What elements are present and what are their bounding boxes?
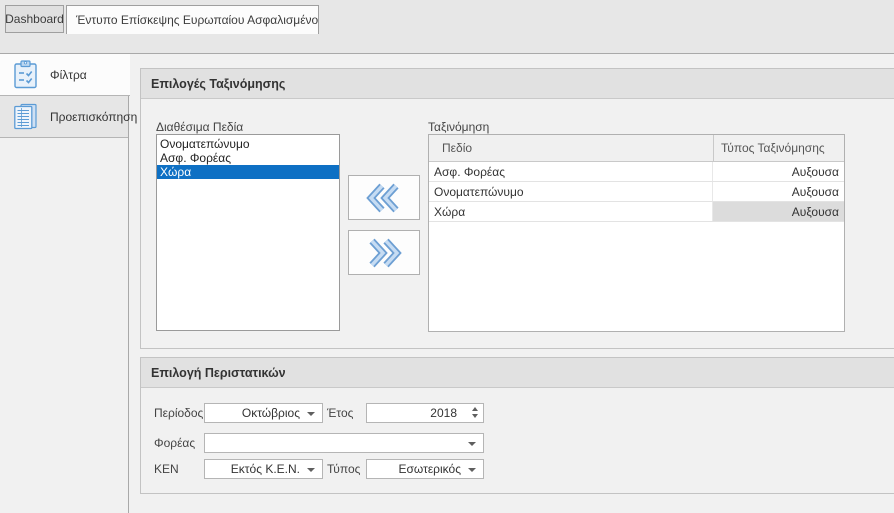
spinner-up-icon[interactable] xyxy=(472,407,478,411)
type-dropdown[interactable]: Εσωτερικός xyxy=(366,459,484,479)
chevron-down-icon xyxy=(468,442,476,446)
sidebar-item-label: Προεπισκόπηση xyxy=(50,110,137,124)
move-to-sort-button[interactable] xyxy=(348,175,420,220)
period-label: Περίοδος xyxy=(154,403,203,423)
year-label: Έτος xyxy=(327,403,353,423)
sidebar-item-preview[interactable]: Προεπισκόπηση xyxy=(0,96,128,138)
ken-label: ΚΕΝ xyxy=(154,459,179,479)
chevron-down-icon xyxy=(468,468,476,472)
column-header-sort-type[interactable]: Τύπος Ταξινόμησης xyxy=(713,135,844,161)
report-preview-icon xyxy=(12,102,39,131)
tab-strip: Dashboard Έντυπο Επίσκεψης Ευρωπαίου Ασφ… xyxy=(0,0,894,54)
ken-dropdown[interactable]: Εκτός Κ.Ε.Ν. xyxy=(204,459,323,479)
spinner-buttons xyxy=(472,407,478,418)
type-value: Εσωτερικός xyxy=(398,462,461,476)
tab-active-document[interactable]: Έντυπο Επίσκεψης Ευρωπαίου Ασφαλισμένου … xyxy=(66,5,319,34)
sorting-options-group: Επιλογές Ταξινόμησης Διαθέσιμα Πεδία Ονο… xyxy=(140,68,894,349)
period-value: Οκτώβριος xyxy=(242,406,300,420)
period-dropdown[interactable]: Οκτώβριος xyxy=(204,403,323,423)
tab-dashboard[interactable]: Dashboard xyxy=(5,5,64,33)
column-header-field[interactable]: Πεδίο xyxy=(429,135,713,161)
carrier-label: Φορέας xyxy=(154,433,195,453)
sidebar: Φίλτρα Προεπισκόπηση xyxy=(0,54,129,513)
cell-field[interactable]: Χώρα xyxy=(429,202,713,221)
cell-sort-type[interactable]: Αυξουσα xyxy=(713,162,844,181)
chevron-down-icon xyxy=(307,468,315,472)
sort-table: Πεδίο Τύπος Ταξινόμησης Ασφ. Φορέας Αυξο… xyxy=(428,134,845,332)
incidents-group-title: Επιλογή Περιστατικών xyxy=(151,366,286,380)
cell-field[interactable]: Ασφ. Φορέας xyxy=(429,162,713,181)
sort-table-header: Πεδίο Τύπος Ταξινόμησης xyxy=(429,135,844,162)
list-item-selected[interactable]: Χώρα xyxy=(157,165,339,179)
carrier-dropdown[interactable] xyxy=(204,433,484,453)
type-label: Τύπος xyxy=(327,459,360,479)
spinner-down-icon[interactable] xyxy=(472,414,478,418)
chevron-down-icon xyxy=(307,412,315,416)
incidents-group-header: Επιλογή Περιστατικών xyxy=(141,358,894,388)
double-chevron-right-icon xyxy=(366,238,402,268)
table-row[interactable]: Χώρα Αυξουσα xyxy=(429,202,844,222)
move-to-available-button[interactable] xyxy=(348,230,420,275)
sorting-group-header: Επιλογές Ταξινόμησης xyxy=(141,69,894,99)
cell-sort-type[interactable]: Αυξουσα xyxy=(713,182,844,201)
tab-dashboard-label: Dashboard xyxy=(5,12,64,26)
clipboard-check-icon xyxy=(12,60,39,89)
double-chevron-left-icon xyxy=(366,183,402,213)
sidebar-item-filters[interactable]: Φίλτρα xyxy=(0,54,130,96)
list-item[interactable]: Ονοματεπώνυμο xyxy=(157,137,339,151)
tab-active-label: Έντυπο Επίσκεψης Ευρωπαίου Ασφαλισμένου xyxy=(76,13,319,27)
list-item[interactable]: Ασφ. Φορέας xyxy=(157,151,339,165)
sorting-group-title: Επιλογές Ταξινόμησης xyxy=(151,77,285,91)
sidebar-item-label: Φίλτρα xyxy=(50,68,87,82)
cell-sort-type-highlighted[interactable]: Αυξουσα xyxy=(713,202,844,221)
incident-selection-group: Επιλογή Περιστατικών Περίοδος Οκτώβριος … xyxy=(140,357,894,494)
table-row[interactable]: Ονοματεπώνυμο Αυξουσα xyxy=(429,182,844,202)
cell-field[interactable]: Ονοματεπώνυμο xyxy=(429,182,713,201)
available-fields-listbox[interactable]: Ονοματεπώνυμο Ασφ. Φορέας Χώρα xyxy=(156,134,340,331)
year-spinner[interactable]: 2018 xyxy=(366,403,484,423)
year-value: 2018 xyxy=(430,406,457,420)
ken-value: Εκτός Κ.Ε.Ν. xyxy=(231,462,300,476)
table-row[interactable]: Ασφ. Φορέας Αυξουσα xyxy=(429,162,844,182)
